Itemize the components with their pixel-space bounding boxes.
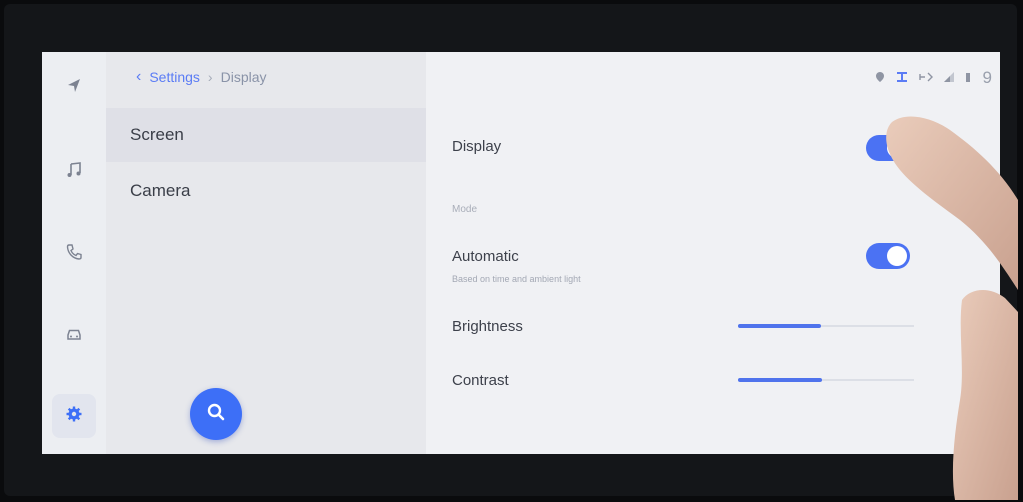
display-toggle[interactable] xyxy=(866,135,910,161)
breadcrumb: ‹ Settings › Display xyxy=(136,68,267,86)
clock-time: 9 xyxy=(982,68,992,87)
icon-rail xyxy=(42,52,106,454)
navigation-arrow-icon xyxy=(64,76,84,101)
list-item-camera[interactable]: Camera xyxy=(106,164,426,218)
breadcrumb-separator: › xyxy=(207,69,213,85)
list-item-screen[interactable]: Screen xyxy=(106,108,426,162)
battery-icon xyxy=(965,71,971,86)
mode-section-label: Mode xyxy=(452,204,478,215)
display-label: Display xyxy=(452,138,502,155)
settings-list-panel: ‹ Settings › Display Screen Camera xyxy=(106,52,426,454)
bluetooth-icon xyxy=(918,71,933,86)
rail-settings[interactable] xyxy=(52,394,96,438)
breadcrumb-current: Display xyxy=(220,69,267,85)
rail-vehicle[interactable] xyxy=(52,314,96,358)
location-icon xyxy=(875,71,885,86)
contrast-slider[interactable] xyxy=(738,372,914,388)
automatic-label: Automatic xyxy=(452,248,519,265)
infotainment-screen: ‹ Settings › Display Screen Camera 9 Dis… xyxy=(42,52,1000,454)
chevron-left-icon[interactable]: ‹ xyxy=(136,68,141,86)
signal-icon xyxy=(943,71,955,86)
contrast-label: Contrast xyxy=(452,372,509,389)
display-settings-main: 9 Display Mode Automatic Based on time a… xyxy=(426,52,1000,454)
slider-fill xyxy=(738,378,823,382)
breadcrumb-settings-link[interactable]: Settings xyxy=(149,69,200,85)
list-item-label: Screen xyxy=(130,125,184,144)
sync-icon xyxy=(895,71,909,86)
automatic-toggle[interactable] xyxy=(866,243,910,269)
toggle-knob xyxy=(887,246,907,266)
brightness-slider[interactable] xyxy=(738,318,914,334)
slider-fill xyxy=(738,324,821,328)
rail-music[interactable] xyxy=(52,150,96,194)
search-icon xyxy=(205,401,227,428)
phone-icon xyxy=(64,242,84,267)
status-bar: 9 xyxy=(875,68,992,88)
search-button[interactable] xyxy=(190,388,242,440)
rail-navigation[interactable] xyxy=(52,66,96,110)
toggle-knob xyxy=(887,138,907,158)
car-icon xyxy=(64,324,84,349)
gear-icon xyxy=(64,404,84,429)
brightness-label: Brightness xyxy=(452,318,523,335)
music-note-icon xyxy=(64,160,84,185)
automatic-sublabel: Based on time and ambient light xyxy=(452,274,581,284)
list-item-label: Camera xyxy=(130,181,191,200)
rail-phone[interactable] xyxy=(52,232,96,276)
